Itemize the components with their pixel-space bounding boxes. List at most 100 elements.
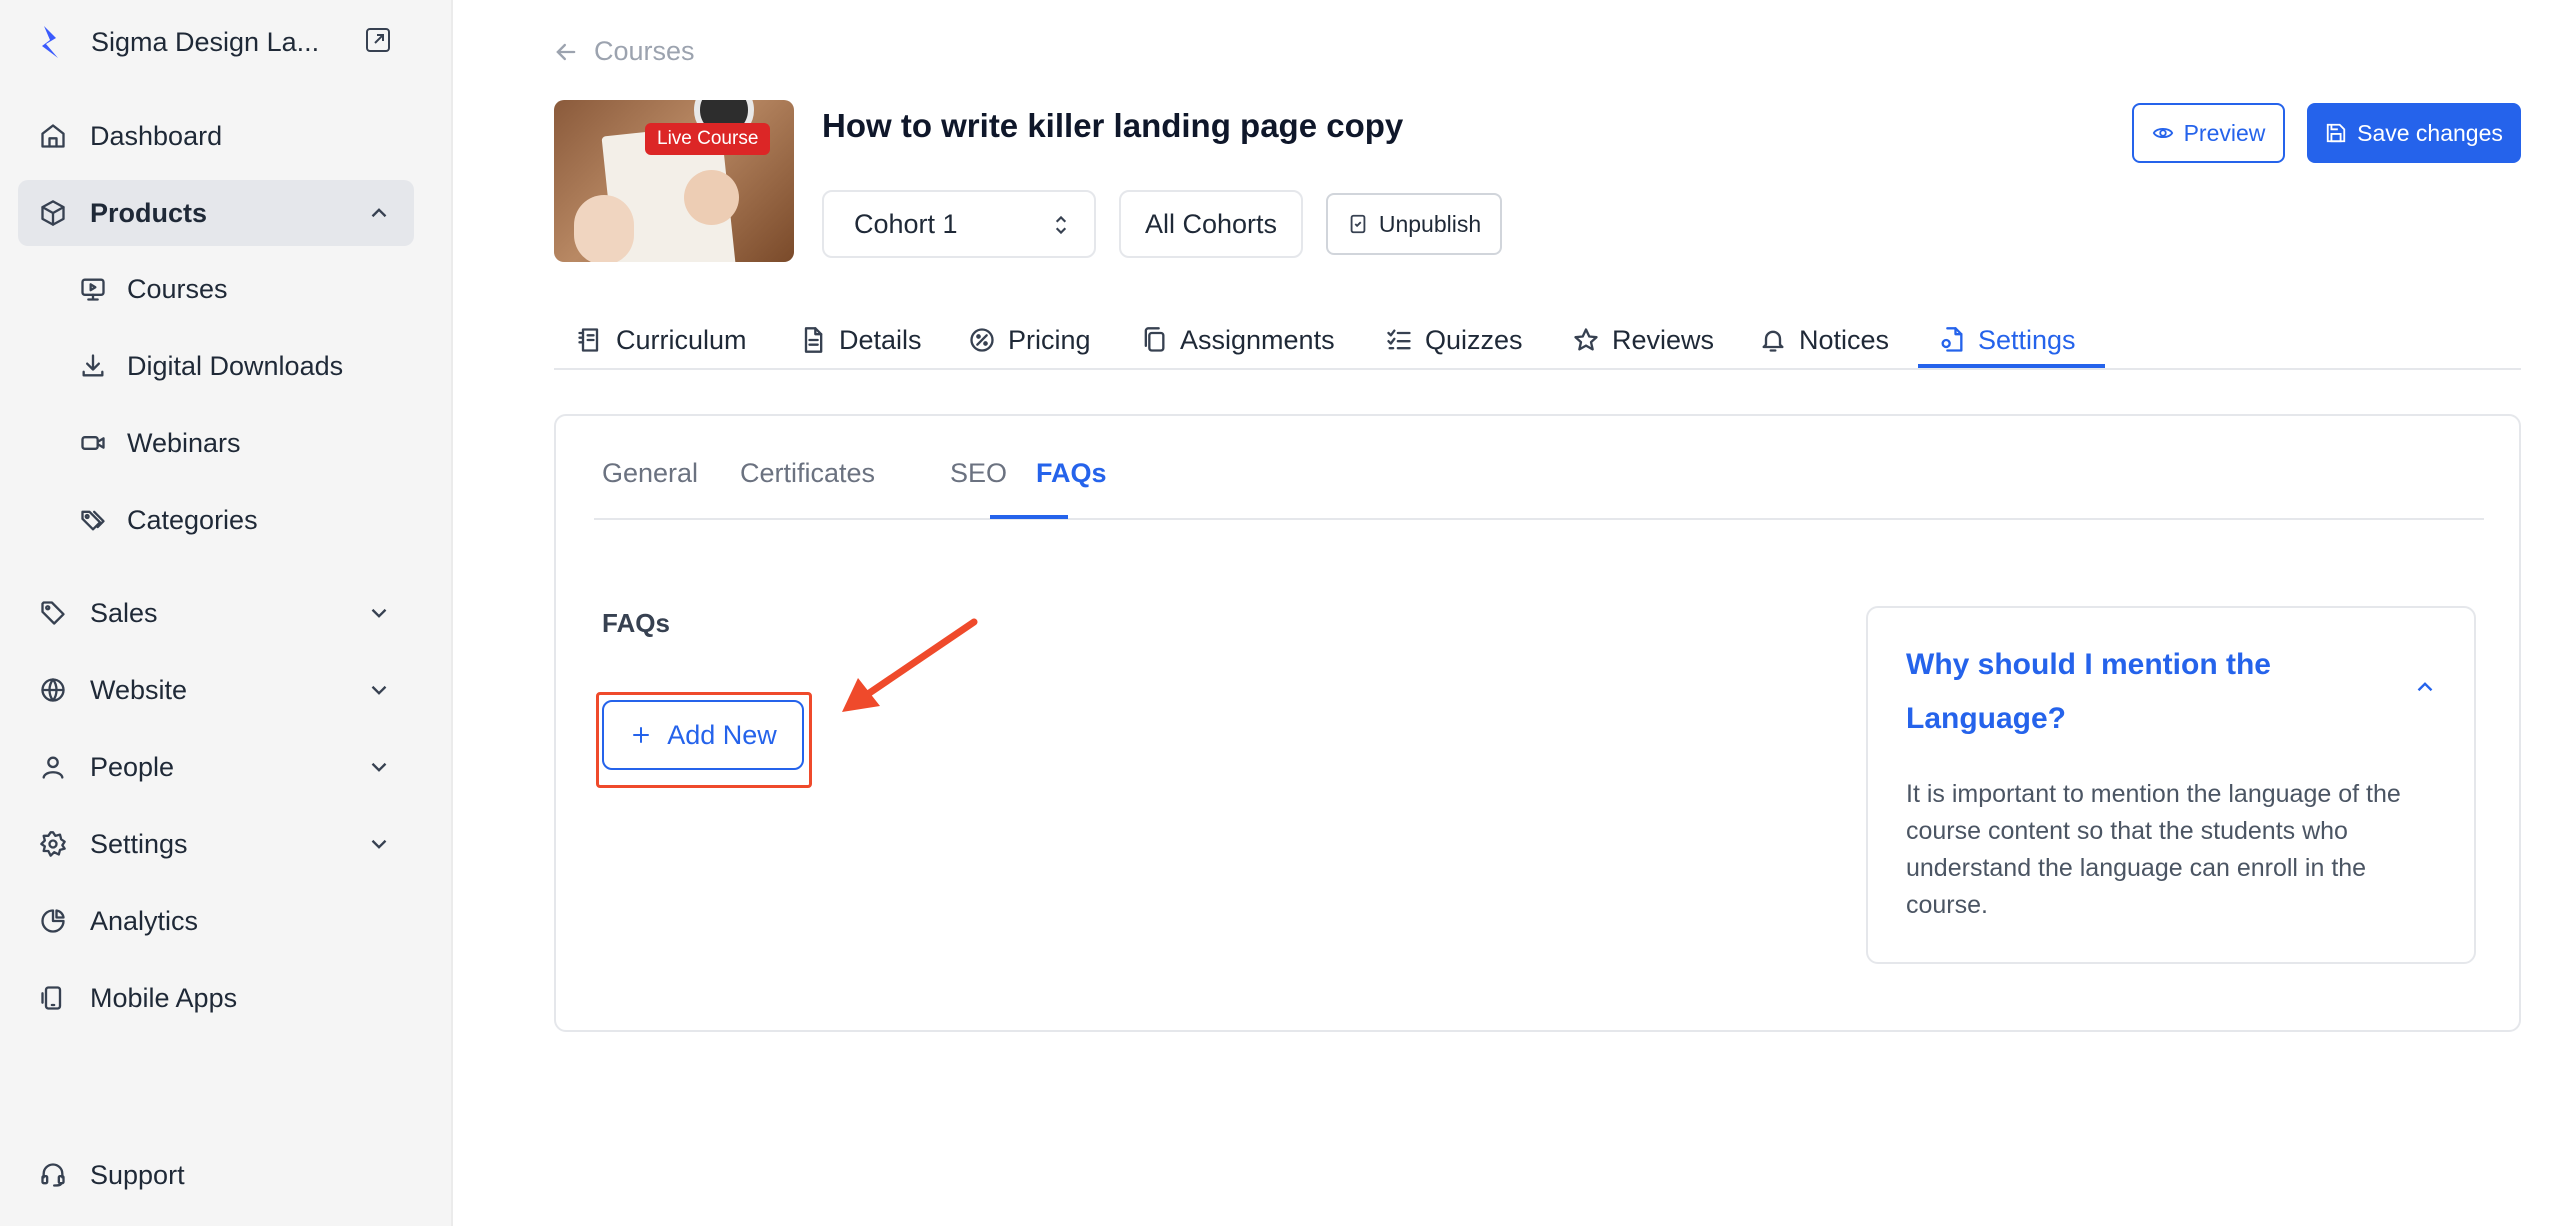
sidebar-item-website[interactable]: Website	[18, 657, 414, 723]
sidebar-subitem-label: Digital Downloads	[127, 350, 344, 381]
sidebar-item-label: Website	[90, 674, 188, 705]
brand[interactable]: Sigma Design La...	[36, 22, 390, 64]
all-cohorts-button[interactable]: All Cohorts	[1119, 190, 1303, 258]
subtab-faqs[interactable]: FAQs	[1036, 458, 1107, 489]
sidebar-item-dashboard[interactable]: Dashboard	[18, 103, 414, 169]
chevron-down-icon	[371, 839, 387, 849]
external-link-icon[interactable]	[362, 24, 394, 56]
pricing-icon	[970, 328, 994, 352]
tab-reviews[interactable]: Reviews	[1572, 312, 1714, 368]
tab-quizzes[interactable]: Quizzes	[1385, 312, 1523, 368]
tab-assignments[interactable]: Assignments	[1140, 312, 1335, 368]
headset-icon	[38, 1160, 68, 1190]
sidebar-item-mobile-apps[interactable]: Mobile Apps	[18, 965, 414, 1031]
chevron-down-icon	[371, 685, 387, 695]
checklist-icon	[1387, 329, 1411, 350]
sidebar-item-label: Dashboard	[90, 120, 223, 151]
cohort-select-value: Cohort 1	[854, 208, 958, 239]
tab-label: Notices	[1799, 324, 1890, 355]
preview-button[interactable]: Preview	[2132, 103, 2285, 163]
tab-curriculum[interactable]: Curriculum	[576, 312, 747, 368]
sidebar-item-products[interactable]: Products	[18, 180, 414, 246]
annotation-arrow-icon	[842, 618, 978, 712]
active-subtab-indicator	[990, 515, 1068, 519]
sidebar-item-people[interactable]: People	[18, 734, 414, 800]
tab-label: Assignments	[1180, 324, 1335, 355]
sidebar-subitem-label: Categories	[127, 504, 258, 535]
document-icon	[804, 327, 823, 353]
settings-panel: General Certificates SEO FAQs FAQs Add N…	[554, 414, 2521, 1032]
chevron-up-icon	[371, 208, 387, 218]
thumbnail-hand	[574, 195, 634, 262]
video-icon	[78, 428, 108, 458]
download-icon	[78, 351, 108, 381]
faqs-heading: FAQs	[602, 608, 670, 638]
tab-label: Details	[839, 324, 922, 355]
back-link[interactable]: Courses	[552, 36, 695, 67]
pie-chart-icon	[38, 906, 68, 936]
live-course-badge: Live Course	[645, 123, 771, 155]
save-changes-button[interactable]: Save changes	[2307, 103, 2521, 163]
save-icon	[2326, 123, 2346, 143]
tab-pricing[interactable]: Pricing	[968, 312, 1091, 368]
preview-label: Preview	[2183, 119, 2266, 146]
sidebar-subitem-courses[interactable]: Courses	[70, 259, 410, 319]
brand-name: Sigma Design La...	[91, 27, 320, 57]
chevron-up-icon[interactable]	[2412, 674, 2438, 700]
sidebar-item-label: Analytics	[90, 905, 199, 936]
sidebar-item-label: Sales	[90, 597, 158, 628]
home-icon	[38, 121, 68, 151]
monitor-play-icon	[78, 274, 108, 304]
faq-item[interactable]: Why should I mention the Language? It is…	[1866, 606, 2476, 964]
sidebar-item-label: Settings	[90, 828, 188, 859]
back-link-label: Courses	[594, 36, 695, 66]
sidebar-item-label: Support	[90, 1159, 185, 1190]
sidebar-subitem-webinars[interactable]: Webinars	[70, 413, 410, 473]
globe-icon	[38, 675, 68, 705]
thumbnail-hand	[684, 170, 739, 225]
tab-notices[interactable]: Notices	[1759, 312, 1889, 368]
sidebar-item-analytics[interactable]: Analytics	[18, 888, 414, 954]
tab-label: Settings	[1978, 324, 2076, 355]
sidebar-item-sales[interactable]: Sales	[18, 580, 414, 646]
tab-settings[interactable]: Settings	[1938, 312, 2076, 368]
box-icon	[38, 198, 68, 228]
brand-logo-icon	[42, 26, 58, 58]
tags-icon	[78, 505, 108, 535]
user-icon	[38, 752, 68, 782]
tag-icon	[38, 598, 68, 628]
cohort-select[interactable]: Cohort 1	[822, 190, 1096, 258]
gear-icon	[38, 829, 68, 859]
tab-label: Curriculum	[616, 324, 747, 355]
sidebar-subitem-categories[interactable]: Categories	[70, 490, 410, 550]
plus-icon	[633, 727, 650, 743]
eye-icon	[2152, 127, 2173, 139]
subtab-seo[interactable]: SEO	[950, 458, 1007, 489]
sidebar: Sigma Design La... Dashboard Products Co…	[0, 0, 453, 1226]
course-title: How to write killer landing page copy	[822, 107, 1404, 144]
subtab-certificates[interactable]: Certificates	[740, 458, 875, 489]
file-settings-icon	[1941, 327, 1963, 352]
sidebar-item-support[interactable]: Support	[18, 1142, 414, 1208]
sidebar-item-label: Products	[90, 197, 208, 228]
sidebar-subitem-label: Webinars	[127, 427, 241, 458]
tab-label: Quizzes	[1425, 324, 1523, 355]
faq-question: Why should I mention the Language?	[1906, 648, 2271, 735]
unpublish-button[interactable]: Unpublish	[1326, 193, 1502, 255]
subtab-general[interactable]: General	[602, 458, 698, 489]
add-new-faq-button[interactable]: Add New	[602, 700, 804, 770]
save-changes-label: Save changes	[2357, 119, 2503, 146]
mobile-icon	[38, 983, 68, 1013]
chevron-up-down-icon	[1055, 215, 1067, 235]
bell-icon	[1762, 330, 1784, 352]
tab-label: Reviews	[1612, 324, 1715, 355]
curriculum-icon	[578, 328, 599, 352]
tab-label: Pricing	[1008, 324, 1091, 355]
sidebar-subitem-digital-downloads[interactable]: Digital Downloads	[70, 336, 410, 396]
sidebar-item-label: Mobile Apps	[90, 982, 238, 1013]
star-icon	[1574, 328, 1598, 351]
sidebar-item-label: People	[90, 751, 175, 782]
sidebar-item-settings[interactable]: Settings	[18, 811, 414, 877]
add-new-label: Add New	[667, 719, 777, 750]
tab-details[interactable]: Details	[799, 312, 922, 368]
